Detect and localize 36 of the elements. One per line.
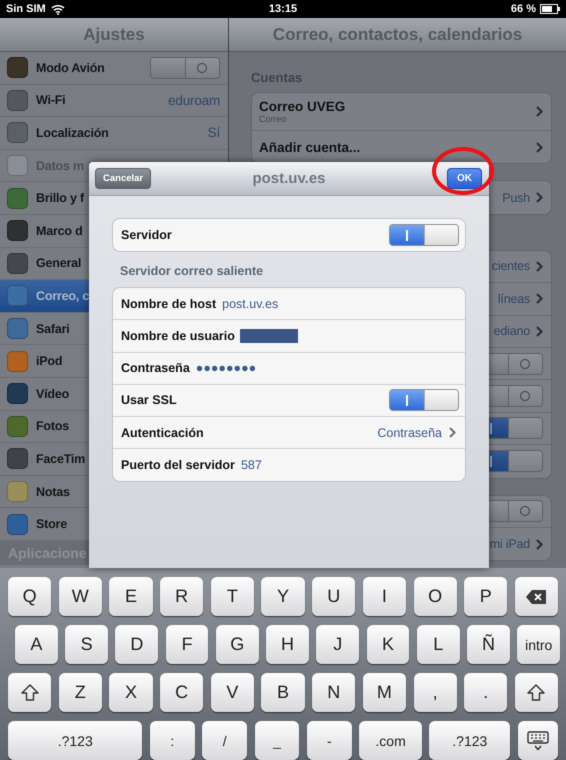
- item-label: Notas: [36, 484, 70, 499]
- carrier-label: Sin SIM: [6, 3, 46, 15]
- item-label: Localización: [36, 126, 109, 140]
- account-type: Correo: [259, 114, 288, 124]
- detail-title: Correo, contactos, calendarios: [272, 24, 522, 44]
- field-label: Autenticación: [121, 426, 204, 440]
- item-label: Safari: [36, 322, 70, 336]
- field-label: Nombre de usuario: [121, 328, 235, 343]
- clock-label: 13:15: [268, 3, 298, 15]
- item-label: Correo, c: [36, 288, 90, 303]
- field-label: Servidor: [121, 228, 172, 242]
- item-label: Brillo y f: [36, 191, 84, 206]
- item-label: Wi-Fi: [36, 93, 66, 108]
- setting-value: Push: [502, 190, 530, 205]
- item-label: Marco d: [36, 224, 83, 238]
- item-label: iPod: [36, 354, 62, 368]
- field-label: Puerto del servidor: [121, 458, 235, 472]
- item-label: Vídeo: [36, 386, 70, 401]
- setting-value: líneas: [498, 292, 530, 306]
- setting-value: cientes: [492, 259, 530, 274]
- item-label: Store: [36, 517, 67, 532]
- item-value: eduroam: [168, 92, 220, 108]
- item-label: General: [36, 256, 82, 270]
- field-label: Usar SSL: [121, 393, 177, 408]
- item-label: Modo Avión: [36, 60, 105, 75]
- battery-percent: 66 %: [510, 3, 536, 15]
- item-label: Fotos: [36, 419, 70, 434]
- sidebar-title: Ajustes: [83, 24, 145, 44]
- setting-value: mi iPad: [490, 537, 530, 552]
- setting-value: ediano: [494, 324, 530, 338]
- item-value: Sí: [208, 125, 220, 140]
- field-label: Nombre de host: [121, 296, 216, 311]
- field-label: Contraseña: [121, 361, 190, 376]
- item-label: FaceTim: [36, 452, 86, 466]
- section-title: Servidor correo saliente: [119, 263, 264, 280]
- dialog-title: post.uv.es: [251, 170, 327, 187]
